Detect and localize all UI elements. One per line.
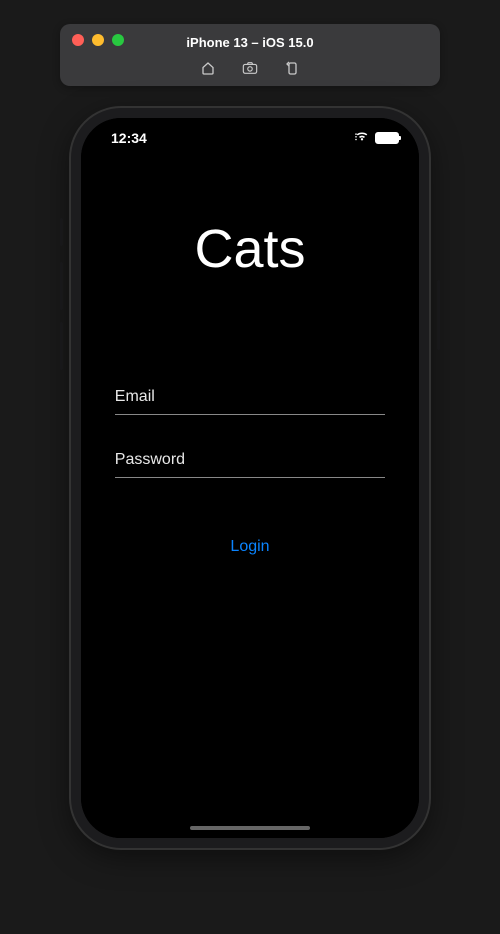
phone-side-button	[60, 218, 63, 246]
close-window-button[interactable]	[72, 34, 84, 46]
password-field[interactable]	[115, 443, 385, 478]
home-icon[interactable]	[200, 60, 216, 76]
wifi-icon	[354, 129, 370, 147]
screenshot-icon[interactable]	[242, 60, 258, 76]
home-indicator[interactable]	[190, 826, 310, 830]
app-content: Cats Login	[81, 118, 419, 838]
minimize-window-button[interactable]	[92, 34, 104, 46]
battery-icon	[375, 132, 399, 144]
window-traffic-lights	[72, 34, 124, 46]
status-time: 12:34	[101, 130, 147, 146]
phone-screen: 12:34 Cats Lo	[81, 118, 419, 838]
maximize-window-button[interactable]	[112, 34, 124, 46]
status-indicators	[354, 129, 399, 147]
rotate-icon[interactable]	[284, 60, 300, 76]
phone-notch	[180, 118, 320, 146]
phone-side-button	[60, 322, 63, 370]
phone-frame: 12:34 Cats Lo	[71, 108, 429, 848]
password-input-group	[115, 443, 385, 478]
email-field[interactable]	[115, 380, 385, 415]
phone-side-button	[60, 262, 63, 310]
app-title: Cats	[194, 218, 305, 280]
login-button[interactable]: Login	[230, 538, 269, 556]
email-input-group	[115, 380, 385, 415]
phone-side-button	[437, 280, 440, 350]
simulator-icons	[60, 58, 440, 76]
simulator-toolbar: iPhone 13 – iOS 15.0	[60, 24, 440, 86]
